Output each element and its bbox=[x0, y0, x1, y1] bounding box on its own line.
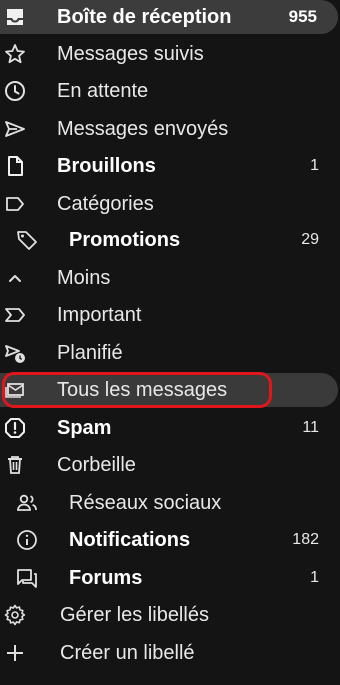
mail-sidebar: Boîte de réception 955 Messages suivis E… bbox=[0, 0, 340, 685]
nav-item-starred[interactable]: Messages suivis bbox=[0, 37, 340, 71]
nav-item-manage-labels[interactable]: Gérer les libellés bbox=[0, 598, 340, 632]
nav-item-promotions[interactable]: Promotions 29 bbox=[0, 223, 340, 257]
forum-icon bbox=[12, 563, 42, 593]
nav-label-snoozed: En attente bbox=[57, 80, 149, 102]
info-icon bbox=[12, 525, 42, 555]
nav-label-spam: Spam bbox=[57, 417, 112, 439]
nav-label-sent: Messages envoyés bbox=[57, 118, 229, 140]
nav-item-snoozed[interactable]: En attente bbox=[0, 74, 340, 108]
nav-label-drafts: Brouillons bbox=[57, 155, 156, 177]
nav-item-all-mail[interactable]: Tous les messages bbox=[0, 373, 338, 407]
tag-icon bbox=[12, 225, 42, 255]
nav-count-inbox: 955 bbox=[288, 7, 317, 26]
nav-item-forums[interactable]: Forums 1 bbox=[0, 561, 340, 595]
people-icon bbox=[12, 488, 42, 518]
file-icon bbox=[0, 151, 30, 181]
chevron-up-icon bbox=[0, 263, 30, 293]
nav-label-starred: Messages suivis bbox=[57, 43, 204, 65]
nav-label-social: Réseaux sociaux bbox=[69, 492, 222, 514]
nav-label-less: Moins bbox=[57, 267, 111, 289]
nav-count-spam: 11 bbox=[302, 419, 319, 436]
nav-item-spam[interactable]: Spam 11 bbox=[0, 411, 340, 445]
nav-count-drafts: 1 bbox=[310, 157, 319, 174]
nav-item-important[interactable]: Important bbox=[0, 298, 340, 332]
nav-item-inbox[interactable]: Boîte de réception 955 bbox=[0, 0, 338, 34]
nav-label-updates: Notifications bbox=[69, 529, 191, 551]
nav-label-scheduled: Planifié bbox=[57, 342, 123, 364]
nav-count-promotions: 29 bbox=[301, 231, 319, 248]
nav-item-create-label[interactable]: Créer un libellé bbox=[0, 636, 340, 670]
nav-label-trash: Corbeille bbox=[57, 454, 136, 476]
important-icon bbox=[0, 300, 30, 330]
plus-icon bbox=[0, 638, 30, 668]
trash-icon bbox=[0, 450, 30, 480]
inbox-icon bbox=[0, 2, 30, 32]
nav-item-drafts[interactable]: Brouillons 1 bbox=[0, 149, 340, 183]
scheduled-send-icon bbox=[0, 338, 30, 368]
nav-label-categories: Catégories bbox=[57, 193, 154, 215]
nav-item-social[interactable]: Réseaux sociaux bbox=[0, 486, 340, 520]
nav-label-important: Important bbox=[57, 304, 142, 326]
nav-label-forums: Forums bbox=[69, 567, 143, 589]
nav-label-manage-labels: Gérer les libellés bbox=[60, 604, 209, 626]
nav-count-forums: 1 bbox=[310, 569, 319, 586]
nav-count-updates: 182 bbox=[292, 531, 319, 548]
send-icon bbox=[0, 114, 30, 144]
report-icon bbox=[0, 413, 30, 443]
nav-item-sent[interactable]: Messages envoyés bbox=[0, 112, 340, 146]
nav-item-less[interactable]: Moins bbox=[0, 261, 340, 295]
nav-label-inbox: Boîte de réception bbox=[57, 6, 232, 28]
nav-item-updates[interactable]: Notifications 182 bbox=[0, 523, 340, 557]
nav-label-promotions: Promotions bbox=[69, 229, 181, 251]
nav-label-all-mail: Tous les messages bbox=[57, 379, 228, 401]
all-mail-icon bbox=[0, 375, 30, 405]
clock-icon bbox=[0, 76, 30, 106]
label-icon bbox=[0, 189, 30, 219]
nav-item-scheduled[interactable]: Planifié bbox=[0, 336, 340, 370]
nav-label-create-label: Créer un libellé bbox=[60, 642, 195, 664]
nav-item-trash[interactable]: Corbeille bbox=[0, 448, 340, 482]
nav-item-categories[interactable]: Catégories bbox=[0, 187, 340, 221]
star-icon bbox=[0, 39, 30, 69]
gear-icon bbox=[0, 600, 30, 630]
